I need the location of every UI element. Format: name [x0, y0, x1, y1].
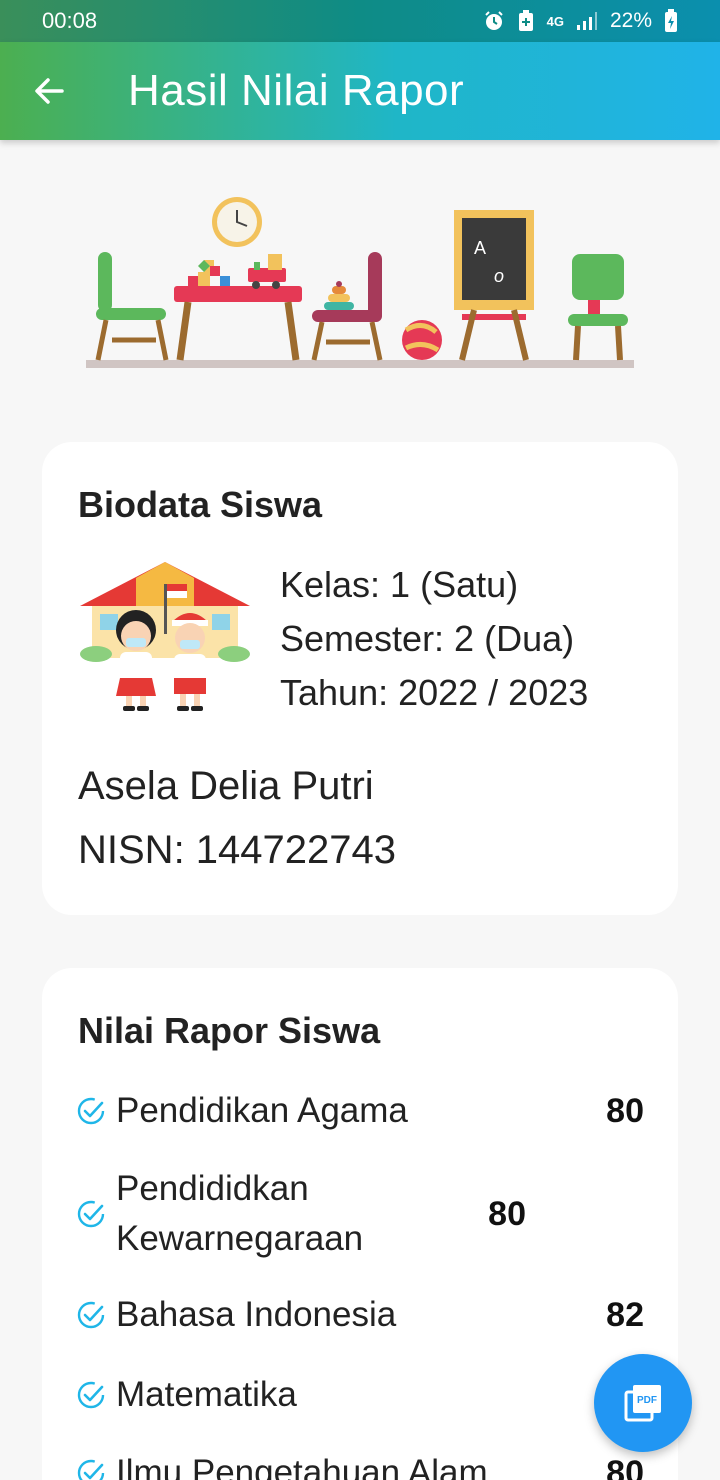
grade-row: Bahasa Indonesia 82	[76, 1288, 644, 1342]
student-name: Asela Delia Putri	[78, 764, 374, 808]
status-icons: 4G 22%	[483, 9, 678, 33]
status-time: 00:08	[42, 8, 98, 33]
svg-text:A: A	[474, 238, 486, 258]
grade-subject: Matematika	[116, 1375, 297, 1414]
semester-text: Semester: 2 (Dua)	[280, 618, 575, 659]
grade-list: Pendidikan Agama 80 Pendididkan Kewarneg…	[76, 1084, 644, 1480]
svg-text:o: o	[494, 266, 504, 286]
school-kids-illustration	[80, 562, 250, 711]
grade-value: 80	[488, 1194, 526, 1233]
check-circle-icon	[77, 1200, 105, 1228]
classroom-illustration: A o	[86, 197, 634, 368]
check-circle-icon	[77, 1381, 105, 1409]
tahun-text: Tahun: 2022 / 2023	[280, 672, 589, 713]
back-button[interactable]	[0, 42, 98, 140]
grade-row: Ilmu Pengetahuan Alam 80	[76, 1446, 644, 1480]
student-nisn: NISN: 144722743	[78, 828, 397, 872]
biodata-details: Kelas: 1 (Satu) Semester: 2 (Dua) Tahun:…	[280, 558, 588, 720]
pdf-icon-label: PDF	[637, 1395, 657, 1406]
grade-subject: Ilmu Pengetahuan Alam	[116, 1453, 488, 1480]
grade-subject: Bahasa Indonesia	[116, 1295, 397, 1334]
signal-icon	[576, 12, 597, 30]
grade-subject: Pendididkan Kewarnegaraan	[116, 1169, 364, 1258]
grade-row: Pendidikan Agama 80	[76, 1084, 644, 1138]
grade-row: Matematika	[76, 1368, 644, 1422]
status-bar: 00:08 4G 22%	[0, 0, 720, 42]
page-title: Hasil Nilai Rapor	[128, 66, 465, 115]
check-circle-icon	[77, 1097, 105, 1125]
biodata-title: Biodata Siswa	[78, 484, 323, 525]
check-circle-icon	[77, 1301, 105, 1329]
grade-value: 80	[606, 1091, 644, 1130]
grades-card: Nilai Rapor Siswa Pendidikan Agama 80 Pe…	[42, 968, 678, 1480]
check-circle-icon	[77, 1459, 105, 1480]
biodata-card: Biodata Siswa Kelas: 1 (Satu) Semester: …	[42, 442, 678, 915]
grade-value: 82	[606, 1295, 644, 1334]
grade-value: 80	[606, 1453, 644, 1480]
export-pdf-button[interactable]: PDF	[594, 1354, 692, 1452]
grade-row: Pendididkan Kewarnegaraan 80	[76, 1162, 644, 1266]
alarm-icon	[484, 11, 503, 30]
battery-percent: 22%	[609, 9, 652, 32]
grades-title: Nilai Rapor Siswa	[78, 1010, 381, 1051]
kelas-text: Kelas: 1 (Satu)	[280, 564, 519, 605]
battery-icon	[665, 9, 677, 32]
grade-subject: Pendidikan Agama	[116, 1091, 408, 1130]
arrow-left-icon	[35, 78, 64, 104]
pdf-icon: PDF	[624, 1385, 661, 1422]
app-bar: Hasil Nilai Rapor	[0, 42, 720, 140]
battery-saver-icon	[518, 10, 533, 31]
network-type: 4G	[546, 13, 564, 29]
